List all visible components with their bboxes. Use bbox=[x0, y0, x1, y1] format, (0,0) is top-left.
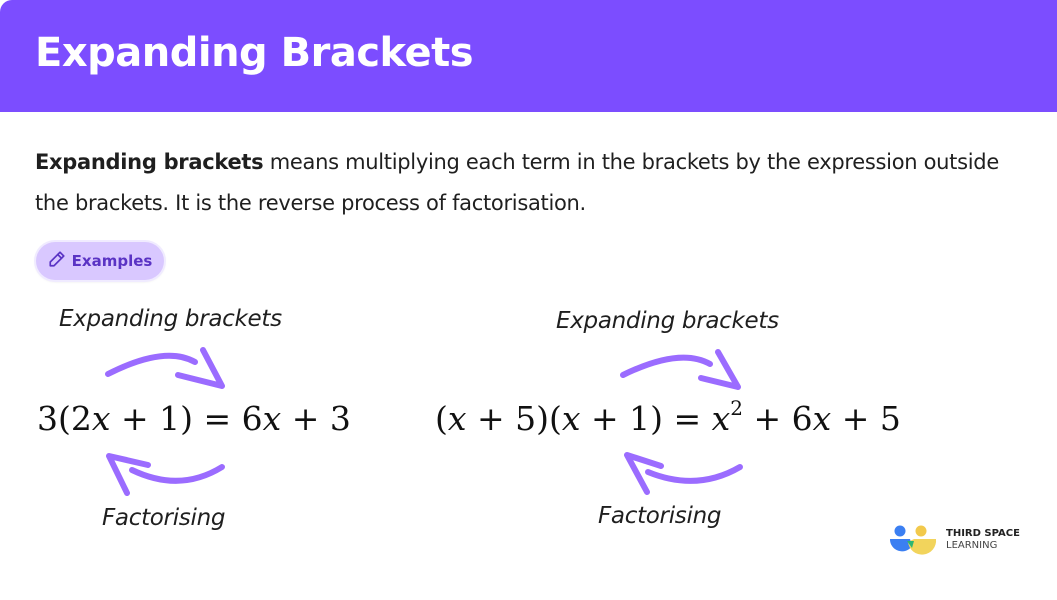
expand-arrow-2-head bbox=[698, 349, 741, 390]
logo-line2: LEARNING bbox=[946, 540, 998, 551]
logo-line1: THIRD SPACE bbox=[946, 528, 1020, 539]
third-space-learning-logo: THIRD SPACE LEARNING bbox=[888, 524, 1020, 556]
factor-arrow-2-curve bbox=[645, 464, 743, 484]
expand-arrow-2 bbox=[620, 349, 741, 390]
factor-arrow-1-curve bbox=[129, 464, 225, 484]
factor-arrow-2 bbox=[624, 452, 743, 495]
expand-arrow-1-curve bbox=[105, 352, 198, 377]
expand-arrow-1 bbox=[105, 347, 225, 389]
expand-arrow-2-curve bbox=[620, 354, 713, 378]
factor-arrow-1 bbox=[106, 453, 225, 496]
arrows-layer bbox=[105, 347, 743, 496]
logo-icon bbox=[889, 525, 937, 555]
